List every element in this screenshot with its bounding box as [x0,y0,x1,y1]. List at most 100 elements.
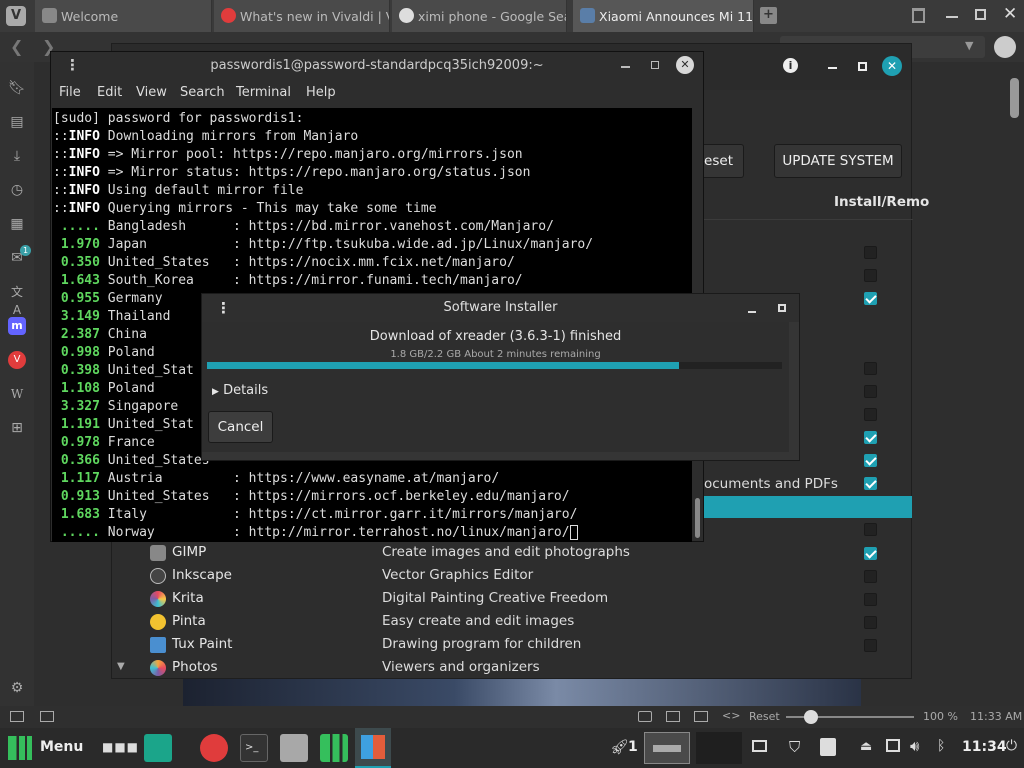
info-icon[interactable]: i [783,58,798,73]
network-icon[interactable] [886,739,900,752]
checkbox[interactable] [864,570,877,583]
trash-icon[interactable] [912,8,925,23]
files-taskbar-icon[interactable] [280,734,308,762]
pamac-taskbar-button[interactable] [355,728,391,768]
image-icon[interactable] [694,711,708,722]
menu-search[interactable]: Search [180,85,225,100]
tile-icon[interactable] [40,711,54,722]
menu-dots-icon[interactable]: ⋮ [65,52,80,79]
vivaldi-icon[interactable]: V [8,351,26,369]
desktop-icon[interactable] [144,734,172,762]
menu-help[interactable]: Help [306,85,336,100]
code-icon[interactable]: <> [722,709,740,722]
tab-welcome[interactable]: Welcome [35,0,212,32]
notifications-icon[interactable]: 🚀︎ [610,738,629,756]
workspace-1[interactable] [644,732,690,764]
panel-toggle-icon[interactable] [10,711,24,722]
display-icon[interactable] [752,740,767,752]
list-item[interactable]: Pinta Easy create and edit images [112,611,912,634]
cancel-button[interactable]: Cancel [208,411,273,443]
restore-icon[interactable] [975,9,986,20]
maximize-icon[interactable] [858,62,867,71]
terminal-taskbar-icon[interactable]: >_ [240,734,268,762]
minimize-icon[interactable] [621,66,630,68]
checkbox[interactable] [864,454,877,467]
checkbox[interactable] [864,523,877,536]
minimize-icon[interactable] [828,67,837,69]
menu-file[interactable]: File [59,85,81,100]
download-icon[interactable]: ⤓ [8,147,26,165]
window-icon[interactable] [666,711,680,722]
checkbox[interactable] [864,616,877,629]
checkbox[interactable] [864,362,877,375]
vivaldi-taskbar-icon[interactable] [200,734,228,762]
checkbox[interactable] [864,639,877,652]
checkbox[interactable] [864,593,877,606]
workspaces-icon[interactable]: ■■■ [102,740,139,754]
camera-icon[interactable] [638,711,652,722]
list-item[interactable]: Tux Paint Drawing program for children [112,634,912,657]
tab-xiaomi[interactable]: Xiaomi Announces Mi 11 Ult [573,0,754,32]
history-icon[interactable]: ◷ [8,181,26,199]
add-panel-icon[interactable]: ⊞ [8,419,26,437]
checkbox[interactable] [864,547,877,560]
zoom-slider[interactable] [786,710,914,724]
close-icon[interactable]: ✕ [1003,4,1017,24]
maximize-icon[interactable] [651,61,659,69]
minimize-icon[interactable] [946,16,958,18]
details-expander[interactable]: ▶ Details [212,383,268,398]
list-item[interactable]: Krita Digital Painting Creative Freedom [112,588,912,611]
close-icon[interactable]: ✕ [882,56,902,76]
mastodon-icon[interactable]: m [8,317,26,335]
checkbox[interactable] [864,246,877,259]
checkbox[interactable] [864,431,877,444]
manjaro-logo-icon[interactable] [8,736,32,760]
eject-icon[interactable]: ⏏ [860,739,872,754]
mirror-line: 1.683 Italy : https://ct.mirror.garr.it/… [53,507,578,522]
progress-bar [207,362,782,369]
menu-view[interactable]: View [136,85,167,100]
bluetooth-icon[interactable]: ᛒ [937,738,945,754]
notes-icon[interactable]: ▦ [8,215,26,233]
menu-terminal[interactable]: Terminal [236,85,291,100]
menu-button[interactable]: Menu [40,739,83,755]
scrollbar[interactable] [1010,78,1019,118]
power-icon[interactable]: ⏻ [1006,738,1017,754]
manjaro-settings-taskbar-icon[interactable] [320,734,348,762]
close-icon[interactable]: ✕ [676,56,694,74]
avatar[interactable] [994,36,1016,58]
checkbox[interactable] [864,292,877,305]
checkbox[interactable] [864,477,877,490]
zoom-slider-handle[interactable] [804,710,818,724]
wikipedia-icon[interactable]: W [8,385,26,403]
chevron-down-icon[interactable]: ▼ [965,39,973,52]
workspace-2[interactable] [696,732,742,764]
menu-edit[interactable]: Edit [97,85,122,100]
checkbox[interactable] [864,385,877,398]
shield-icon[interactable]: ⛉ [789,738,800,756]
tab-whats-new[interactable]: What's new in Vivaldi | Viva [214,0,390,32]
list-item[interactable]: Inkscape Vector Graphics Editor [112,565,912,588]
selected-row[interactable] [692,496,912,518]
update-system-button[interactable]: UPDATE SYSTEM [774,144,902,178]
clipboard-icon[interactable] [820,738,836,756]
vivaldi-menu-icon[interactable]: V [6,6,26,26]
translate-icon[interactable]: 文A [8,283,26,317]
minimize-icon[interactable] [748,311,756,313]
tab-google-search[interactable]: ximi phone - Google Searc [392,0,567,32]
settings-icon[interactable]: ⚙ [8,679,26,697]
back-icon[interactable]: ❮ [10,37,23,56]
bookmark-icon[interactable]: 🔖︎ [8,79,26,97]
new-tab-icon[interactable]: + [760,7,777,24]
reading-list-icon[interactable]: ▤ [8,113,26,131]
reset-zoom-button[interactable]: Reset [749,710,780,723]
checkbox[interactable] [864,408,877,421]
list-item[interactable]: GIMP Create images and edit photographs [112,542,912,565]
volume-icon[interactable]: 🔊︎ [910,737,919,755]
maximize-icon[interactable] [778,304,786,312]
menu-dots-icon[interactable]: ⋮ [216,294,231,322]
list-item-category[interactable]: ▼ Photos Viewers and organizers [112,657,912,680]
terminal-scrollbar[interactable] [695,498,700,538]
chevron-down-icon[interactable]: ▼ [117,661,125,672]
checkbox[interactable] [864,269,877,282]
